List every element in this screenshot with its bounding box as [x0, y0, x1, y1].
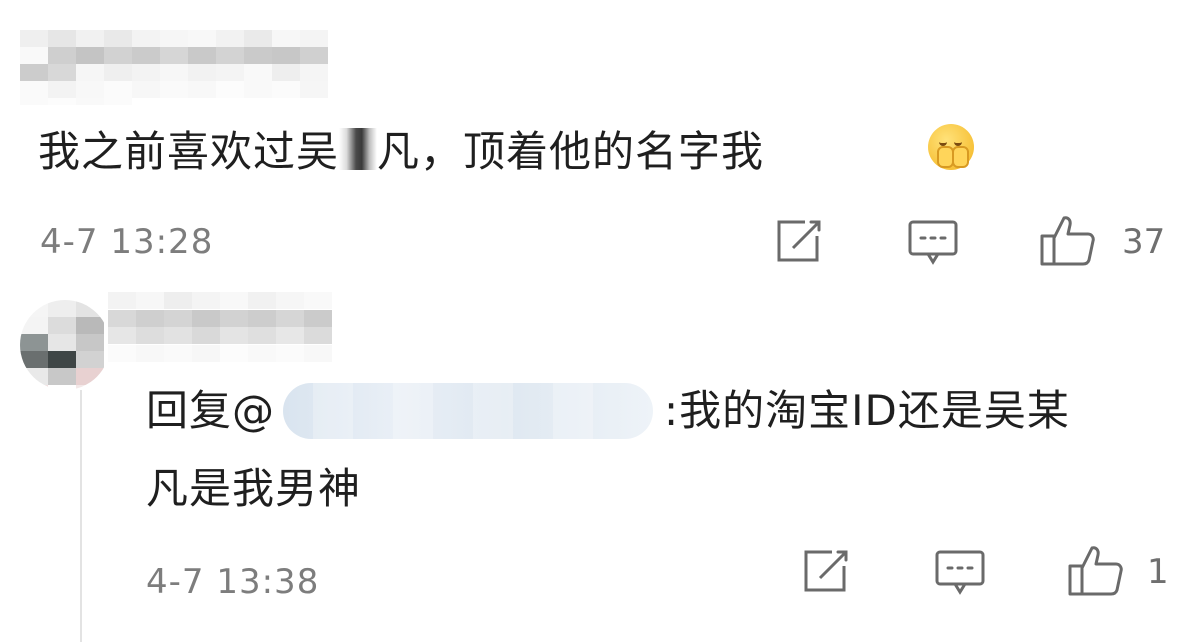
reply-text-line1: :我的淘宝ID还是吴某 [664, 386, 1070, 435]
like-count: 37 [1122, 222, 1166, 262]
comment-bubble-icon[interactable] [908, 220, 958, 266]
thumbs-up-icon[interactable] [1040, 214, 1096, 266]
like-count: 1 [1147, 552, 1169, 592]
comment-text-part2: 凡，顶着他的名字我 [377, 127, 765, 176]
reply-timestamp: 4-7 13:38 [146, 562, 320, 602]
thumbs-up-icon[interactable] [1068, 544, 1124, 596]
comment-bubble-icon[interactable] [935, 550, 985, 596]
share-edit-icon[interactable] [802, 548, 850, 594]
comment-timestamp: 4-7 13:28 [40, 222, 214, 262]
username-redacted [20, 30, 350, 105]
avatar-redacted [20, 300, 110, 390]
comment-text: 我之前喜欢过吴 凡，顶着他的名字我 [38, 128, 764, 173]
reply-text-line2: 凡是我男神 [146, 464, 362, 513]
face-with-hand-over-mouth-icon [928, 124, 974, 170]
reply-prefix: 回复@ [146, 386, 276, 435]
reply-thread-line [80, 390, 82, 642]
comment-text-part1: 我之前喜欢过吴 [38, 127, 340, 176]
reply-username-redacted [108, 292, 348, 362]
mention-username-redacted[interactable] [283, 383, 653, 439]
share-edit-icon[interactable] [775, 218, 823, 264]
redacted-character [339, 128, 378, 170]
